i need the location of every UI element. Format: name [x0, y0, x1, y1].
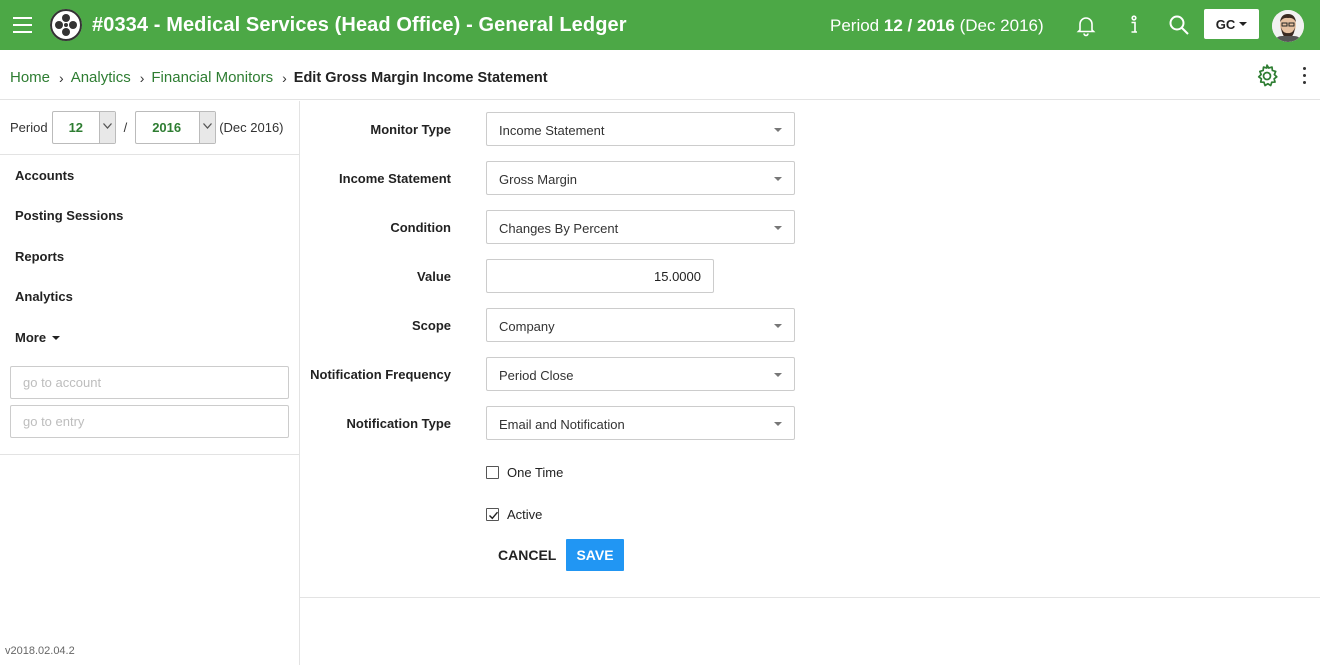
breadcrumb: Home › Analytics › Financial Monitors › … — [10, 69, 548, 86]
sidebar-item-more[interactable]: More — [15, 330, 61, 345]
dropdown-arrow-icon — [774, 324, 782, 328]
notification-type-select[interactable]: Email and Notification — [486, 406, 795, 440]
notification-frequency-row: Notification Frequency Period Close — [300, 357, 1300, 391]
year-value: 2016 — [152, 120, 182, 135]
notification-frequency-label: Notification Frequency — [310, 367, 451, 382]
user-initials: GC — [1215, 16, 1236, 32]
info-icon[interactable] — [1122, 13, 1146, 37]
one-time-checkbox[interactable] — [486, 466, 499, 479]
notification-frequency-select[interactable]: Period Close — [486, 357, 795, 391]
checkmark-icon — [489, 511, 499, 520]
scope-select[interactable]: Company — [486, 308, 795, 342]
menu-icon[interactable] — [13, 17, 32, 33]
sidebar-item-posting-sessions[interactable]: Posting Sessions — [15, 208, 123, 223]
one-time-label: One Time — [507, 465, 564, 480]
save-button[interactable]: SAVE — [566, 539, 624, 571]
monitor-form: Monitor Type Income Statement Income Sta… — [300, 101, 1320, 598]
scope-label: Scope — [411, 318, 451, 333]
notification-type-value: Email and Notification — [499, 417, 625, 432]
notification-type-row: Notification Type Email and Notification — [300, 406, 1300, 440]
income-statement-label: Income Statement — [339, 171, 451, 186]
sidebar-item-more-label: More — [15, 330, 47, 345]
period-suffix: (Dec 2016) — [959, 16, 1044, 35]
period-slash: / — [907, 16, 913, 35]
period-separator: / — [123, 120, 128, 135]
breadcrumb-current: Edit Gross Margin Income Statement — [293, 69, 548, 86]
header-period: Period 12 / 2016 (Dec 2016) — [830, 16, 1044, 36]
dropdown-arrow-icon — [774, 422, 782, 426]
chevron-right-icon: › — [282, 69, 287, 86]
period-month: 12 — [883, 16, 903, 35]
chevron-right-icon: › — [139, 69, 145, 86]
chevron-down-icon — [199, 112, 216, 143]
bell-icon[interactable] — [1074, 13, 1098, 37]
chevron-down-icon — [98, 112, 115, 143]
chevron-down-icon — [52, 335, 61, 340]
dropdown-arrow-icon — [774, 177, 782, 181]
version-text: v2018.02.04.2 — [5, 645, 75, 657]
monitor-type-row: Monitor Type Income Statement — [300, 112, 1300, 146]
go-to-account-input[interactable] — [10, 366, 289, 399]
more-options-icon[interactable] — [1302, 67, 1308, 87]
chevron-right-icon: › — [59, 69, 64, 86]
divider — [0, 454, 299, 455]
month-value: 12 — [68, 120, 84, 135]
breadcrumb-home[interactable]: Home — [10, 69, 50, 86]
monitor-type-value: Income Statement — [499, 123, 605, 138]
scope-row: Scope Company — [300, 308, 1300, 342]
period-selector: Period 12 / 2016 (Dec 2016) — [10, 111, 284, 144]
value-row: Value — [300, 259, 1300, 293]
sidebar-item-analytics[interactable]: Analytics — [15, 289, 73, 304]
condition-row: Condition Changes By Percent — [300, 210, 1300, 244]
dropdown-arrow-icon — [774, 373, 782, 377]
scope-value: Company — [499, 319, 555, 334]
breadcrumb-bar: Home › Analytics › Financial Monitors › … — [0, 50, 1320, 100]
condition-label: Condition — [390, 220, 451, 235]
monitor-type-label: Monitor Type — [370, 122, 451, 137]
value-input[interactable] — [486, 259, 714, 293]
period-prefix: Period — [830, 16, 880, 35]
one-time-checkbox-row[interactable]: One Time — [486, 465, 563, 480]
income-statement-select[interactable]: Gross Margin — [486, 161, 795, 195]
monitor-type-select[interactable]: Income Statement — [486, 112, 795, 146]
income-statement-row: Income Statement Gross Margin — [300, 161, 1300, 195]
cancel-button[interactable]: CANCEL — [486, 539, 568, 571]
condition-value: Changes By Percent — [499, 221, 619, 236]
notification-type-label: Notification Type — [346, 416, 451, 431]
search-icon[interactable] — [1167, 13, 1191, 37]
dropdown-arrow-icon — [774, 226, 782, 230]
sidebar-item-reports[interactable]: Reports — [15, 249, 64, 264]
condition-select[interactable]: Changes By Percent — [486, 210, 795, 244]
user-avatar[interactable] — [1272, 10, 1304, 42]
app-title: #0334 - Medical Services (Head Office) -… — [92, 14, 627, 36]
notification-frequency-value: Period Close — [499, 368, 574, 383]
chevron-down-icon — [1239, 22, 1248, 26]
dropdown-arrow-icon — [774, 128, 782, 132]
go-to-entry-input[interactable] — [10, 405, 289, 438]
user-menu-button[interactable]: GC — [1204, 9, 1259, 39]
app-logo[interactable] — [50, 9, 82, 41]
value-label: Value — [417, 269, 451, 284]
active-label: Active — [507, 507, 543, 522]
breadcrumb-financial-monitors[interactable]: Financial Monitors — [151, 69, 273, 86]
gear-icon[interactable] — [1254, 63, 1280, 89]
year-select[interactable]: 2016 — [135, 111, 217, 144]
sidebar-item-accounts[interactable]: Accounts — [15, 168, 74, 183]
top-bar: #0334 - Medical Services (Head Office) -… — [0, 0, 1320, 50]
month-select[interactable]: 12 — [51, 111, 116, 144]
sidebar: Period 12 / 2016 (Dec 2016) Accounts Pos… — [0, 101, 300, 665]
divider — [0, 154, 299, 155]
breadcrumb-analytics[interactable]: Analytics — [71, 69, 131, 86]
income-statement-value: Gross Margin — [499, 172, 578, 187]
active-checkbox-row[interactable]: Active — [486, 507, 542, 522]
period-text: (Dec 2016) — [219, 120, 284, 135]
period-year: 2016 — [917, 16, 955, 35]
period-label: Period — [10, 120, 48, 135]
active-checkbox[interactable] — [486, 508, 499, 521]
